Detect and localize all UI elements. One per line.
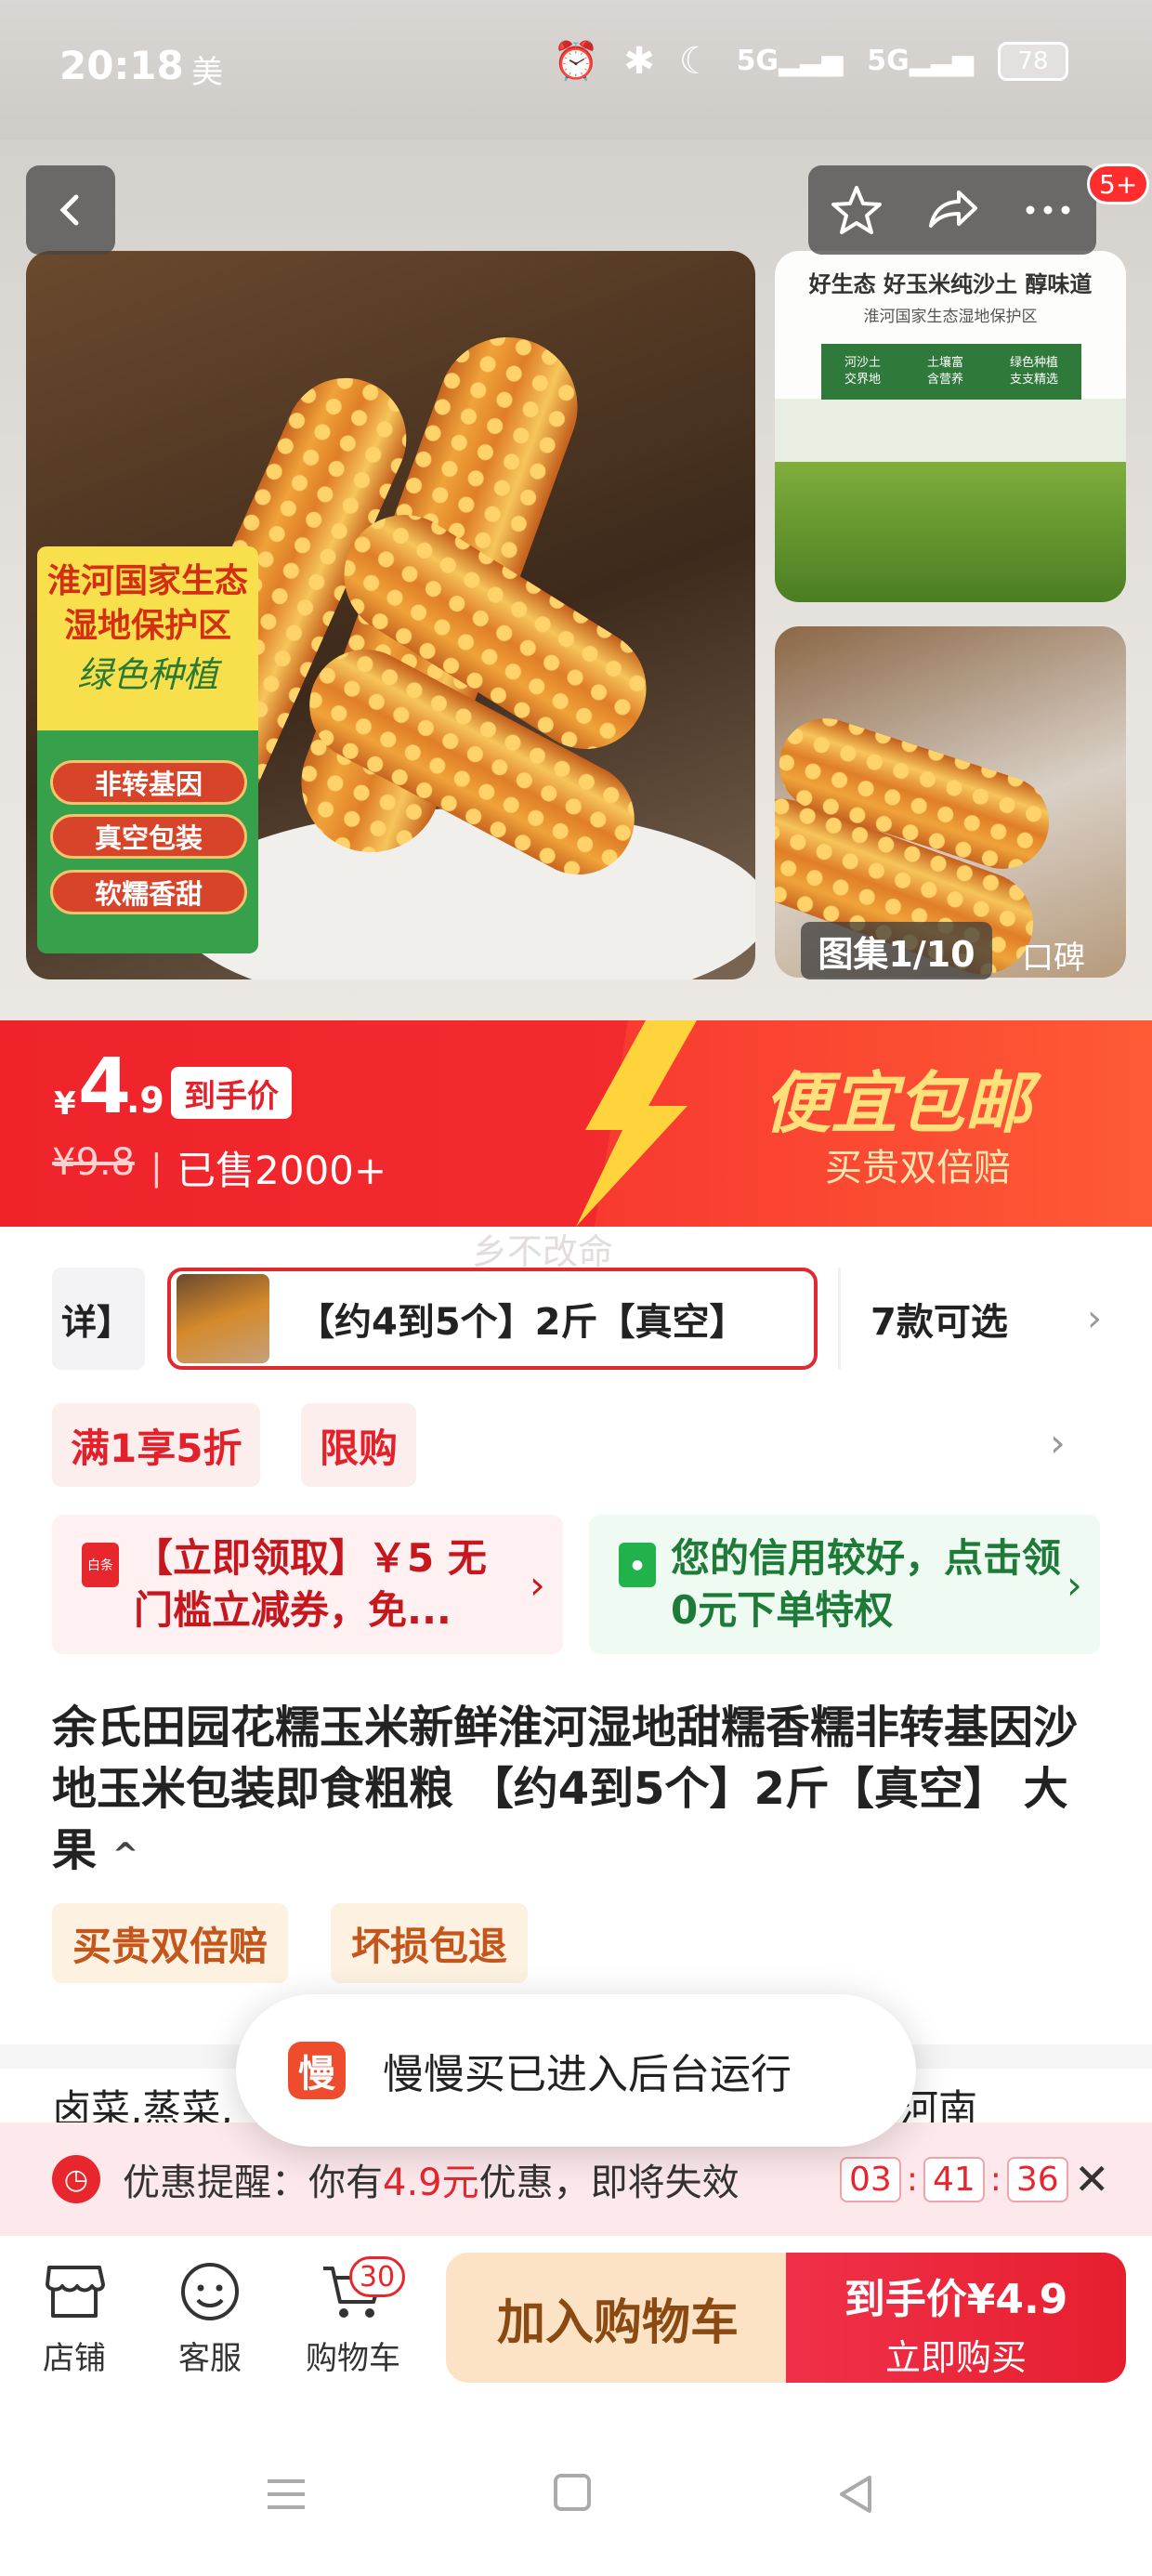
spec-more-label: 7款可选 (871, 1301, 1008, 1344)
timer-sep: : (906, 2160, 918, 2199)
chevron-right-icon: › (1087, 1297, 1102, 1340)
cart-label: 购物车 (306, 2340, 400, 2377)
top-actions (808, 165, 1096, 255)
notification-badge: 5+ (1087, 164, 1150, 204)
timer-seconds: 36 (1006, 2156, 1068, 2202)
toast-notification: 慢 慢慢买已进入后台运行 (236, 1994, 916, 2147)
gallery-reviews-label[interactable]: 口碑 (1022, 932, 1085, 978)
app-logo-icon: 慢 (288, 2042, 346, 2099)
badge-line: 绿色种植 (76, 654, 218, 695)
sold-count: 已售2000+ (177, 1148, 387, 1193)
thumb-title: 好生态 好玉米纯沙土 醇味道 (808, 271, 1093, 297)
buy-price-line: 到手价¥4.9 (786, 2266, 1126, 2325)
spec-option-selected[interactable]: 【约4到5个】2斤【真空】 (167, 1268, 818, 1370)
coupon-card[interactable]: 白条 【立即领取】￥5 无门槛立减券，免... › (52, 1515, 563, 1654)
price-integer: 4 (78, 1043, 132, 1131)
shopping-bag-icon: ● (619, 1543, 656, 1587)
thumb-chip: 土壤富 含营养 (926, 356, 963, 387)
spec-thumbnail (177, 1274, 269, 1363)
timer-minutes: 41 (923, 2156, 985, 2202)
product-title-text: 余氏田园花糯玉米新鲜淮河湿地甜糯香糯非转基因沙地玉米包装即食粗粮 【约4到5个】… (52, 1702, 1079, 1876)
signal-icon: 5G▂▃▅ (736, 45, 844, 77)
coupon-text: 【立即领取】￥5 无门槛立减券，免... (134, 1535, 487, 1633)
cart-count-badge: 30 (349, 2256, 405, 2297)
gallery-counter[interactable]: 图集1/10 (801, 922, 992, 979)
chevron-right-icon: › (1067, 1561, 1082, 1608)
thumb-chip: 绿色种植 支支精选 (1009, 356, 1058, 387)
home-icon[interactable] (552, 2472, 593, 2513)
timer-sep: : (989, 2160, 1001, 2199)
thumb-chips: 河沙土 交界地 土壤富 含营养 绿色种植 支支精选 (821, 344, 1081, 400)
badge-tag: 非转基因 (50, 760, 247, 805)
spec-option-partial[interactable]: 详】 (52, 1268, 145, 1370)
spec-selected-label: 【约4到5个】2斤【真空】 (297, 1301, 747, 1344)
badge-tag: 真空包装 (50, 814, 247, 859)
watermark: 乡不改命 (472, 1231, 614, 1272)
bluetooth-icon: ✱ (623, 39, 655, 83)
original-price: ¥9.8 (52, 1141, 136, 1184)
thumb-chip: 河沙土 交界地 (844, 356, 881, 387)
reminder-suffix: 优惠，即将失效 (478, 2162, 740, 2204)
reminder-amount: 4.9元 (383, 2162, 479, 2204)
moon-icon: ☾ (678, 39, 713, 83)
image-badge-header: 淮河国家生态 湿地保护区 绿色种植 (37, 546, 258, 730)
signal-icon-2: 5G▂▃▅ (867, 45, 974, 77)
service-tag[interactable]: 买贵双倍赔 (52, 1903, 289, 1983)
close-icon[interactable]: ✕ (1074, 2154, 1110, 2204)
back-button[interactable] (26, 165, 115, 255)
clock-icon: ◷ (52, 2155, 100, 2203)
back-triangle-icon[interactable] (834, 2472, 875, 2517)
chevron-left-icon (59, 194, 79, 226)
toast-text: 慢慢买已进入后台运行 (383, 2051, 792, 2098)
buy-now-button[interactable]: 到手价¥4.9 立即购买 (786, 2253, 1126, 2383)
collapse-icon[interactable]: ^ (112, 1836, 139, 1873)
banner-subslogan: 买贵双倍赔 (825, 1147, 1011, 1189)
spec-more-button[interactable]: 7款可选 › (838, 1268, 1107, 1370)
price-divider: | (151, 1147, 163, 1188)
reminder-label: 优惠提醒：你有 (123, 2162, 383, 2204)
reminder-text: 优惠提醒：你有4.9元优惠，即将失效 (123, 2152, 740, 2206)
status-carrier: 美 (191, 54, 223, 91)
customer-service-button[interactable]: 客服 (154, 2254, 266, 2378)
banner-slogan: 便宜包邮 (764, 1064, 1032, 1142)
credit-offer-text: 您的信用较好，点击领0元下单特权 (671, 1535, 1062, 1633)
service-tag[interactable]: 坏损包退 (331, 1903, 529, 1983)
add-to-cart-button[interactable]: 加入购物车 (446, 2253, 790, 2383)
share-icon[interactable] (925, 183, 979, 237)
shop-label: 店铺 (43, 2340, 106, 2377)
lightning-bolt-icon (576, 1020, 697, 1227)
badge-line: 湿地保护区 (63, 607, 231, 645)
status-icons: ⏰ ✱ ☾ 5G▂▃▅ 5G▂▃▅ 78 (553, 39, 1068, 83)
star-favorite-icon[interactable] (830, 183, 884, 237)
timer-hours: 03 (840, 2156, 901, 2202)
buy-now-label: 立即购买 (884, 2337, 1027, 2378)
gallery-thumb-1[interactable]: 好生态 好玉米纯沙土 醇味道 淮河国家生态湿地保护区 河沙土 交界地 土壤富 含… (775, 251, 1126, 602)
smiley-chat-icon (181, 2263, 239, 2320)
store-icon (46, 2266, 105, 2318)
badge-line: 淮河国家生态 (46, 562, 248, 600)
promo-tag[interactable]: 满1享5折 (52, 1403, 261, 1487)
product-title: 余氏田园花糯玉米新鲜淮河湿地甜糯香糯非转基因沙地玉米包装即食粗粮 【约4到5个】… (52, 1697, 1111, 1886)
price-currency: ¥ (54, 1085, 76, 1123)
plate-shape (175, 808, 755, 979)
credit-card-offer[interactable]: ● 您的信用较好，点击领0元下单特权 › (589, 1515, 1100, 1654)
coupon-icon: 白条 (82, 1543, 119, 1587)
chevron-right-icon[interactable]: › (1050, 1420, 1066, 1465)
chevron-right-icon: › (530, 1561, 545, 1608)
countdown-timer: 03 : 41 : 36 (840, 2156, 1068, 2202)
status-time: 20:18 (59, 43, 184, 88)
more-icon[interactable] (1021, 183, 1075, 237)
promo-tag[interactable]: 限购 (301, 1403, 417, 1487)
buy-price: ¥4.9 (966, 2276, 1068, 2323)
alarm-icon: ⏰ (553, 40, 600, 83)
menu-icon[interactable] (264, 2472, 308, 2517)
price-tag-label: 到手价 (171, 1067, 292, 1119)
buy-price-label: 到手价 (844, 2276, 967, 2323)
price-decimal: .9 (126, 1080, 164, 1121)
badge-tag: 软糯香甜 (50, 870, 247, 914)
shop-button[interactable]: 店铺 (19, 2254, 130, 2378)
thumb-subtitle: 淮河国家生态湿地保护区 (863, 308, 1038, 326)
service-label: 客服 (178, 2340, 242, 2377)
battery-icon: 78 (998, 41, 1068, 81)
